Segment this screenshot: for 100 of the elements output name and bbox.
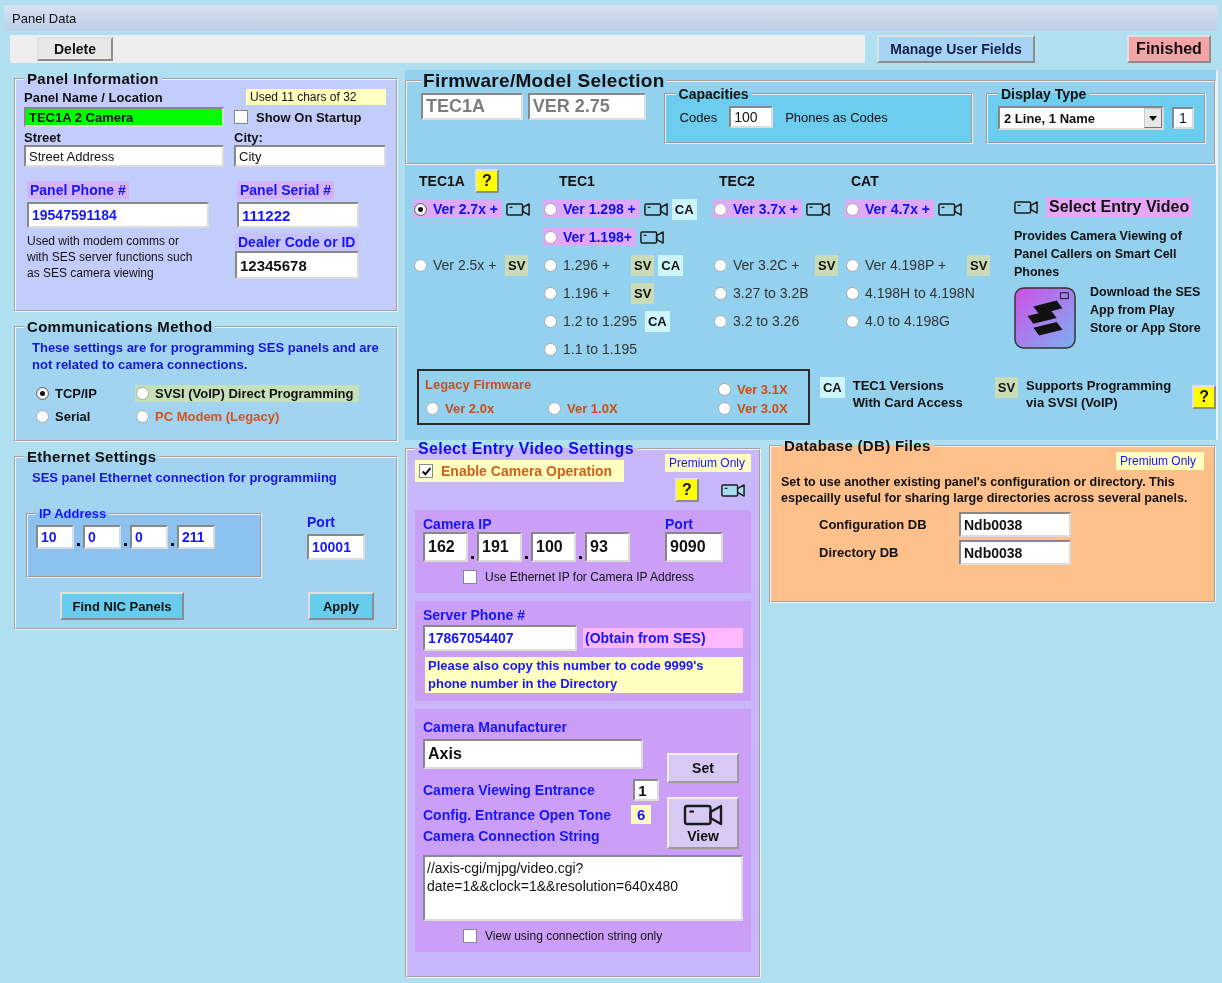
codes-field[interactable]: 100 <box>729 106 774 128</box>
radio-button[interactable]: 4.0 to 4.198G <box>845 312 963 330</box>
ip-octet-field[interactable]: 0 <box>83 525 121 549</box>
radio-button[interactable]: 3.27 to 3.2B <box>713 284 813 302</box>
delete-button[interactable]: Delete <box>37 37 113 61</box>
city-field[interactable]: City <box>234 145 386 167</box>
lines-field[interactable]: 1 <box>1172 107 1194 129</box>
model-field[interactable]: TEC1A <box>421 93 523 120</box>
field-label: Camera Connection String <box>423 828 601 844</box>
radio-circle[interactable] <box>718 383 731 396</box>
version-field[interactable]: VER 2.75 <box>527 93 646 120</box>
field-label: Server Phone # <box>423 607 526 623</box>
manage-user-fields-button[interactable]: Manage User Fields <box>877 35 1035 63</box>
radio-circle[interactable] <box>136 410 149 423</box>
view-button[interactable]: View <box>667 797 739 849</box>
radio-circle[interactable] <box>36 387 49 400</box>
feature-tag: SV <box>631 282 655 304</box>
column-heading: TEC1 <box>559 173 595 189</box>
field-label: Street <box>24 129 62 145</box>
radio-button[interactable]: Ver 2.5x + <box>413 256 501 274</box>
ip-octet-field[interactable]: 191 <box>477 532 522 562</box>
radio-circle[interactable] <box>36 410 49 423</box>
checkbox[interactable]: View using connection string only <box>463 929 663 943</box>
radio-circle[interactable] <box>718 402 731 415</box>
promo-text: Download the SES App from Play Store or App Store <box>1090 284 1202 337</box>
directory-db-field[interactable]: Ndb0038 <box>959 540 1071 565</box>
field-label: Camera Manufacturer <box>423 719 568 735</box>
set-button[interactable]: Set <box>667 753 739 783</box>
radio-button[interactable]: Ver 4.198P + <box>845 256 963 274</box>
port-field[interactable]: 9090 <box>665 532 723 562</box>
radio-button[interactable]: Ver 1.198+ <box>543 228 636 246</box>
radio-circle[interactable] <box>544 314 557 328</box>
radio-circle[interactable] <box>136 387 149 400</box>
radio-button[interactable]: Ver 4.7x + <box>845 200 934 218</box>
ip-octet-field[interactable]: 93 <box>585 532 630 562</box>
apply-button[interactable]: Apply <box>308 592 374 620</box>
radio-circle[interactable] <box>846 202 859 216</box>
dot-separator <box>525 556 528 559</box>
entrance-field[interactable]: 1 <box>633 779 660 801</box>
finished-button[interactable]: Finished <box>1127 35 1211 63</box>
ip-octet-field[interactable]: 100 <box>531 532 576 562</box>
street-field[interactable]: Street Address <box>24 145 224 167</box>
display-type-dropdown[interactable]: 2 Line, 1 Name <box>998 106 1164 130</box>
radio-button[interactable]: 3.2 to 3.26 <box>713 312 811 330</box>
radio-button[interactable]: Serial <box>35 408 95 425</box>
ip-octet-field[interactable]: 10 <box>36 525 74 549</box>
checkbox[interactable]: Enable Camera Operation <box>415 460 625 482</box>
premium-note: Premium Only <box>665 454 751 472</box>
phone-field[interactable]: 19547591184 <box>27 202 209 228</box>
ip-octet-field[interactable]: 211 <box>177 525 215 549</box>
help-button[interactable]: ? <box>474 169 499 193</box>
radio-button[interactable]: Ver 1.298 + <box>543 200 640 218</box>
radio-circle[interactable] <box>846 314 859 328</box>
legend-text: Supports Programming via SVSI (VoIP) <box>1026 377 1173 411</box>
checkbox[interactable]: Use Ethernet IP for Camera IP Address <box>463 570 694 584</box>
char-count: Used 11 chars of 32 <box>246 89 386 105</box>
radio-circle[interactable] <box>548 402 561 415</box>
manufacturer-field[interactable]: Axis <box>423 739 643 769</box>
radio-button[interactable]: Ver 3.7x + <box>713 200 802 218</box>
dealer-field[interactable]: 12345678 <box>235 251 359 279</box>
radio-button[interactable]: TCP/IP <box>35 385 101 402</box>
ip-octet-field[interactable]: 162 <box>423 532 468 562</box>
hint-text: (Obtain from SES) <box>583 628 743 648</box>
radio-button[interactable]: 1.296 + <box>543 256 627 274</box>
radio-button[interactable]: 1.2 to 1.295 <box>543 312 641 330</box>
config-db-field[interactable]: Ndb0038 <box>959 512 1071 537</box>
connection-string-field[interactable]: //axis-cgi/mjpg/video.cgi? date=1&&clock=1&&resolution=640x480 <box>423 855 743 921</box>
field-label: Port <box>307 514 336 530</box>
radio-button[interactable]: 4.198H to 4.198N <box>845 284 979 302</box>
radio-button[interactable]: 1.196 + <box>543 284 627 302</box>
ip-octet-field[interactable]: 0 <box>130 525 168 549</box>
find-nic-panels-button[interactable]: Find NIC Panels <box>60 592 184 620</box>
port-field[interactable]: 10001 <box>307 534 365 560</box>
serial-field[interactable]: 111222 <box>237 202 359 228</box>
checkbox[interactable]: Show On Startup <box>234 107 386 127</box>
radio-button[interactable]: 1.1 to 1.195 <box>543 340 641 358</box>
radio-button[interactable]: SVSI (VoIP) Direct Programming <box>135 385 360 402</box>
radio-button[interactable]: Ver 3.2C + <box>713 256 811 274</box>
radio-circle[interactable] <box>426 402 439 415</box>
radio-circle[interactable] <box>714 258 727 272</box>
name-field[interactable]: TEC1A 2 Camera <box>24 107 224 127</box>
radio-circle[interactable] <box>544 342 557 356</box>
radio-circle[interactable] <box>544 258 557 272</box>
promo-text: Provides Camera Viewing of Panel Callers on Smart Cell Phones <box>1014 228 1183 281</box>
radio-circle[interactable] <box>846 286 859 300</box>
info-text: SES panel Ethernet connection for programmiing <box>31 469 338 486</box>
server-phone-field[interactable]: 17867054407 <box>423 625 577 651</box>
radio-circle[interactable] <box>714 286 727 300</box>
help-button[interactable]: ? <box>675 478 699 502</box>
radio-circle[interactable] <box>846 258 859 272</box>
radio-circle[interactable] <box>714 202 727 216</box>
section-title: Firmware/Model Selection <box>422 70 666 92</box>
radio-circle[interactable] <box>714 314 727 328</box>
radio-circle[interactable] <box>414 258 427 272</box>
radio-circle[interactable] <box>544 286 557 300</box>
radio-circle[interactable] <box>544 230 557 244</box>
radio-button[interactable]: Ver 2.7x + <box>413 200 502 218</box>
tone-value: 6 <box>630 805 652 824</box>
help-button[interactable]: ? <box>1192 385 1216 409</box>
radio-circle[interactable] <box>544 202 557 216</box>
